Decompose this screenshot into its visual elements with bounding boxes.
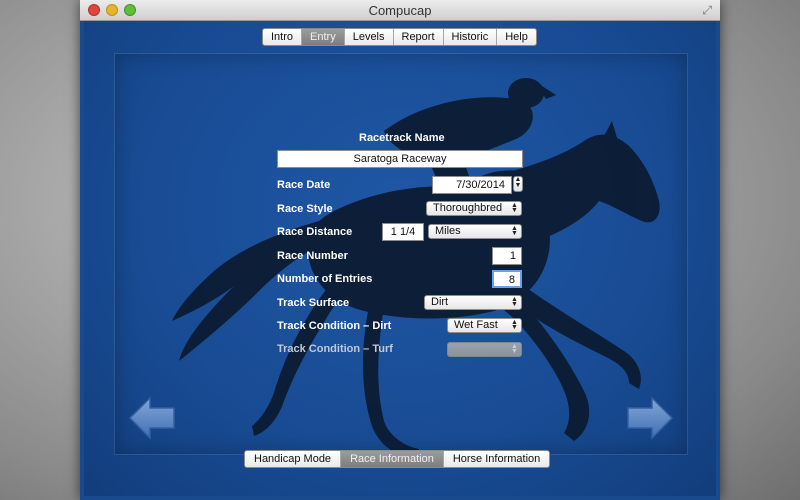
tab-horse-information[interactable]: Horse Information [444, 451, 549, 467]
main-content: Intro Entry Levels Report Historic Help … [84, 21, 716, 496]
expand-icon[interactable]: ⤢ [702, 3, 712, 18]
window-title: Compucap [368, 3, 432, 18]
popup-arrows-icon: ▲ ▼ [511, 202, 518, 214]
tab-intro[interactable]: Intro [263, 29, 303, 45]
track-condition-dirt-select[interactable]: Wet Fast ▲ ▼ [447, 318, 522, 333]
popup-arrows-icon: ▲ ▼ [511, 319, 518, 331]
track-condition-dirt-label: Track Condition – Dirt [277, 320, 392, 332]
race-number-label: Race Number [277, 250, 348, 262]
number-of-entries-label: Number of Entries [277, 273, 373, 285]
race-distance-field[interactable]: 1 1/4 [382, 223, 424, 241]
tab-levels[interactable]: Levels [345, 29, 394, 45]
track-condition-turf-label: Track Condition – Turf [277, 343, 393, 355]
track-surface-label: Track Surface [277, 297, 350, 309]
track-condition-turf-select: ▲ ▼ [447, 342, 522, 357]
tab-handicap-mode[interactable]: Handicap Mode [245, 451, 342, 467]
top-tab-bar: Intro Entry Levels Report Historic Help [262, 28, 537, 46]
distance-unit-value: Miles [435, 225, 461, 237]
track-condition-dirt-value: Wet Fast [454, 319, 498, 331]
race-distance-label: Race Distance [277, 226, 353, 238]
race-style-label: Race Style [277, 203, 333, 215]
popup-arrows-icon: ▲ ▼ [511, 296, 518, 308]
race-date-field[interactable]: 7/30/2014 [432, 176, 512, 194]
distance-unit-select[interactable]: Miles ▲ ▼ [428, 224, 522, 239]
race-date-label: Race Date [277, 179, 331, 191]
app-window: Compucap ⤢ Intro Entry Levels Report His… [80, 0, 720, 500]
race-number-field[interactable]: 1 [492, 247, 522, 265]
tab-help[interactable]: Help [497, 29, 536, 45]
track-surface-value: Dirt [431, 296, 449, 308]
racetrack-name-label: Racetrack Name [359, 132, 445, 144]
racetrack-name-field[interactable]: Saratoga Raceway [277, 150, 523, 168]
title-bar: Compucap ⤢ [80, 0, 720, 21]
tab-historic[interactable]: Historic [444, 29, 498, 45]
tab-entry[interactable]: Entry [302, 29, 345, 45]
tab-race-information[interactable]: Race Information [341, 451, 444, 467]
race-style-value: Thoroughbred [433, 202, 503, 214]
bottom-tab-bar: Handicap Mode Race Information Horse Inf… [244, 450, 551, 468]
popup-arrows-icon: ▲ ▼ [511, 343, 518, 355]
popup-arrows-icon: ▲ ▼ [511, 225, 518, 237]
horse-jockey-silhouette [172, 78, 660, 459]
right-arrow-icon[interactable] [626, 396, 674, 440]
race-style-select[interactable]: Thoroughbred ▲ ▼ [426, 201, 522, 216]
track-surface-select[interactable]: Dirt ▲ ▼ [424, 295, 522, 310]
number-of-entries-field[interactable]: 8 [492, 270, 522, 288]
race-date-stepper[interactable]: ▲ ▼ [513, 176, 523, 192]
left-arrow-icon[interactable] [128, 396, 176, 440]
tab-report[interactable]: Report [394, 29, 444, 45]
